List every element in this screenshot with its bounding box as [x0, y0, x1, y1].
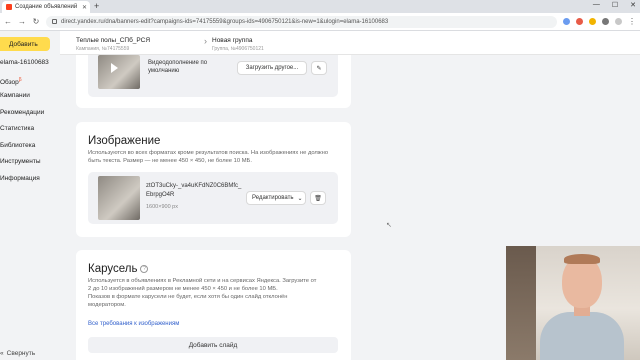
beta-badge: β — [18, 76, 22, 83]
group-id: Группа, №4906750121 — [212, 46, 264, 52]
minimize-icon[interactable]: — — [593, 1, 600, 9]
video-card: Видеодополнение по умолчанию Загрузить д… — [76, 55, 351, 108]
new-tab-icon[interactable]: + — [94, 1, 99, 11]
image-dimensions: 1600×900 px — [146, 204, 178, 210]
image-section-description: Используются во всех форматах кроме резу… — [88, 150, 329, 164]
extension-icon[interactable] — [576, 18, 583, 25]
browser-tabstrip: Создание объявлений ✕ + — ☐ ✕ — [0, 0, 640, 13]
sidebar-item-tools[interactable]: Инструменты — [0, 158, 49, 175]
carousel-description-line: Показов в формате карусели не будет, есл… — [88, 294, 288, 300]
campaign-id: Кампания, №74175559 — [76, 46, 130, 52]
close-window-icon[interactable]: ✕ — [630, 1, 636, 9]
image-file-name: ztOT3uCky-_va4uKFdNZ0C6BMfc_EbrpgO4R — [146, 183, 242, 198]
sidebar-item-recommendations[interactable]: Рекомендации — [0, 109, 49, 126]
extensions-puzzle-icon[interactable] — [602, 18, 609, 25]
edit-pencil-icon[interactable]: ✎ — [311, 61, 327, 75]
window-controls: — ☐ ✕ — [593, 1, 636, 9]
webcam-person-body — [540, 312, 624, 360]
back-icon[interactable]: ← — [4, 17, 12, 26]
video-addition-label: Видеодополнение по умолчанию — [148, 60, 208, 74]
yandex-favicon-icon — [6, 4, 12, 10]
url-text: direct.yandex.ru/dna/banners-edit?campai… — [61, 18, 389, 25]
tab-title: Создание объявлений — [15, 4, 78, 10]
lock-icon — [52, 19, 57, 24]
menu-kebab-icon[interactable]: ⋮ — [628, 17, 636, 26]
carousel-description-line: Используется в объявлениях в Рекламной с… — [88, 278, 317, 284]
carousel-section-title: Карусель? — [88, 263, 149, 275]
carousel-card: Карусель? Используется в объявлениях в Р… — [76, 250, 351, 360]
extension-icon[interactable] — [563, 18, 570, 25]
sidebar-item-campaigns[interactable]: Кампании — [0, 92, 49, 109]
address-bar[interactable]: direct.yandex.ru/dna/banners-edit?campai… — [46, 15, 557, 28]
webcam-person-hair — [564, 254, 600, 264]
reload-icon[interactable]: ↻ — [32, 17, 40, 26]
carousel-description: Используется в объявлениях в Рекламной с… — [88, 277, 353, 309]
image-card: Изображение Используются во всех формата… — [76, 122, 351, 237]
help-icon[interactable]: ? — [140, 264, 149, 273]
carousel-description-line: модератором. — [88, 302, 126, 308]
sidebar-item-info[interactable]: Информация — [0, 175, 49, 192]
edit-image-dropdown[interactable]: Редактировать ⌄ — [246, 191, 306, 205]
cursor-icon: ↖ — [386, 222, 392, 229]
breadcrumb-group[interactable]: Новая группа — [212, 37, 252, 44]
upload-other-button[interactable]: Загрузить другое... — [237, 61, 307, 75]
profile-avatar[interactable] — [615, 18, 622, 25]
extension-icon[interactable] — [589, 18, 596, 25]
left-sidebar: Добавить elama-16100683 Обзорβ Кампании … — [0, 31, 60, 360]
video-item: Видеодополнение по умолчанию Загрузить д… — [88, 55, 338, 97]
browser-tab[interactable]: Создание объявлений ✕ — [2, 1, 90, 13]
image-item: ztOT3uCky-_va4uKFdNZ0C6BMfc_EbrpgO4R 160… — [88, 172, 338, 224]
chevron-down-icon: ⌄ — [297, 195, 303, 202]
collapse-label: Свернуть — [6, 350, 36, 357]
close-tab-icon[interactable]: ✕ — [82, 4, 87, 11]
breadcrumb-separator-icon: › — [204, 36, 207, 46]
browser-toolbar: ← → ↻ direct.yandex.ru/dna/banners-edit?… — [0, 13, 640, 31]
forward-icon[interactable]: → — [18, 17, 26, 26]
image-thumbnail[interactable] — [98, 176, 140, 220]
add-slide-button[interactable]: Добавить слайд — [88, 337, 338, 353]
image-requirements-link[interactable]: Все требования к изображениям — [88, 321, 179, 327]
carousel-title-text: Карусель — [88, 263, 138, 275]
video-thumbnail[interactable] — [98, 55, 140, 89]
collapse-icon: « — [0, 350, 4, 357]
edit-image-label: Редактировать — [252, 195, 294, 201]
sidebar-item-library[interactable]: Библиотека — [0, 142, 49, 159]
add-button[interactable]: Добавить — [0, 37, 50, 51]
webcam-overlay — [506, 246, 640, 360]
trash-icon[interactable]: 🗑 — [310, 191, 326, 205]
webcam-background-shelf — [506, 246, 536, 360]
image-section-title: Изображение — [88, 135, 161, 147]
sidebar-item-overview[interactable]: Обзорβ — [0, 76, 49, 93]
sidebar-nav: elama-16100683 Обзорβ Кампании Рекоменда… — [0, 59, 49, 191]
page-header: Теплые полы_СПб_РСЯ Кампания, №74175559 … — [60, 31, 640, 55]
carousel-description-line: 2 до 10 изображений размером не менее 45… — [88, 286, 278, 292]
sidebar-item-label: Обзор — [0, 78, 19, 86]
sidebar-item-statistics[interactable]: Статистика — [0, 125, 49, 142]
breadcrumb-campaign[interactable]: Теплые полы_СПб_РСЯ — [76, 37, 150, 44]
collapse-sidebar-button[interactable]: « Свернуть — [0, 350, 35, 357]
play-icon — [111, 63, 118, 73]
sidebar-item-account[interactable]: elama-16100683 — [0, 59, 49, 76]
maximize-icon[interactable]: ☐ — [612, 1, 618, 9]
